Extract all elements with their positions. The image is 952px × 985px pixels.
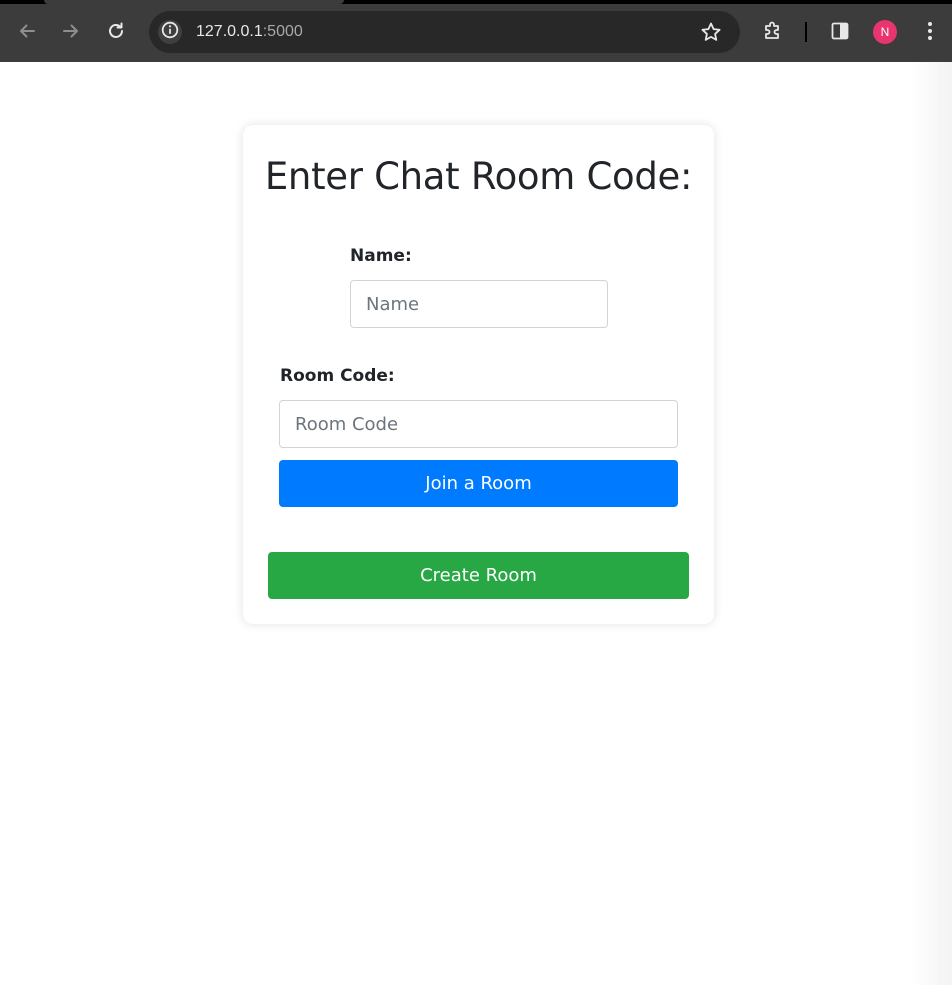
address-bar[interactable]: 127.0.0.1:5000: [149, 11, 740, 53]
arrow-left-icon: [17, 21, 37, 41]
url-text[interactable]: 127.0.0.1:5000: [196, 22, 303, 42]
toolbar-divider: [805, 22, 807, 42]
side-panel-button[interactable]: [826, 17, 854, 45]
url-port: :5000: [262, 23, 303, 40]
name-label: Name:: [350, 246, 412, 266]
forward-button[interactable]: [57, 17, 85, 45]
back-button[interactable]: [13, 17, 41, 45]
info-icon: [161, 21, 179, 43]
tab-strip: [0, 0, 952, 4]
browser-toolbar: 127.0.0.1:5000 N: [0, 0, 952, 62]
side-panel-icon: [830, 21, 850, 41]
join-room-card: Enter Chat Room Code: Name: Room Code: J…: [243, 125, 714, 624]
create-room-button[interactable]: Create Room: [268, 552, 689, 599]
room-code-input[interactable]: [279, 400, 678, 448]
url-host: 127.0.0.1: [196, 23, 263, 40]
reload-icon: [106, 21, 126, 41]
arrow-right-icon: [61, 21, 81, 41]
page-title: Enter Chat Room Code:: [264, 155, 693, 198]
extensions-button[interactable]: [759, 17, 787, 45]
page-viewport: Enter Chat Room Code: Name: Room Code: J…: [0, 62, 952, 985]
name-input[interactable]: [350, 280, 608, 328]
profile-avatar[interactable]: N: [873, 20, 897, 44]
room-code-label: Room Code:: [280, 366, 395, 386]
bookmark-button[interactable]: [700, 21, 722, 43]
kebab-menu-icon: [927, 21, 933, 41]
puzzle-icon: [762, 20, 784, 42]
site-info-button[interactable]: [158, 20, 182, 44]
join-room-button[interactable]: Join a Room: [279, 460, 678, 507]
reload-button[interactable]: [102, 17, 130, 45]
star-icon: [700, 22, 722, 47]
browser-menu-button[interactable]: [916, 17, 944, 45]
